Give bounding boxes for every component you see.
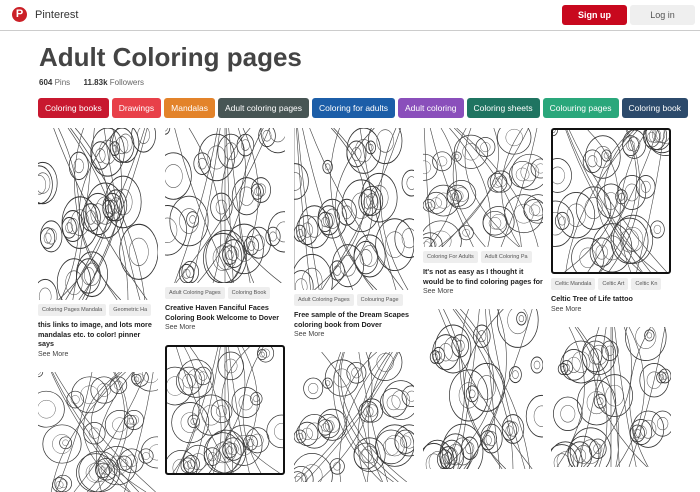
pin-tag[interactable]: Adult Coloring Pa: [480, 251, 532, 263]
pin-image[interactable]: [423, 128, 543, 247]
log-in-button[interactable]: Log in: [630, 5, 695, 25]
pin-description[interactable]: Celtic Tree of Life tattoo: [551, 294, 671, 304]
pinterest-logo-icon[interactable]: P: [12, 7, 27, 22]
pin-tag[interactable]: Coloring Book: [227, 287, 271, 299]
board-stats: 604 Pins 11.83k Followers: [39, 78, 144, 87]
see-more-link[interactable]: See More: [165, 324, 285, 331]
related-tags: Coloring books Drawings Mandalas Adult colo…: [38, 98, 688, 118]
pin-tag[interactable]: Coloring Pages Mandala: [38, 304, 107, 316]
pin-image[interactable]: [294, 128, 414, 290]
pin-tag[interactable]: Adult Coloring Pages: [294, 294, 354, 306]
pins-count: 604: [39, 78, 53, 87]
related-tag[interactable]: Coloring books: [38, 98, 109, 118]
pin-tag[interactable]: Coloring For Adults: [423, 251, 478, 263]
pin: Coloring For Adults Adult Coloring Pa It's…: [423, 128, 543, 469]
pin-tag[interactable]: Colouring Page: [356, 294, 403, 306]
pin-description[interactable]: this links to image, and lots more manda…: [38, 320, 158, 349]
see-more-link[interactable]: See More: [294, 331, 414, 338]
pin-tags: Celtic Mandala Celtic Art Celtic Kn: [551, 278, 671, 290]
pin-tag[interactable]: Adult Coloring Pages: [165, 287, 225, 299]
related-tag[interactable]: Coloring book: [621, 98, 688, 118]
see-more-link[interactable]: See More: [551, 306, 671, 313]
related-tag[interactable]: Coloring sheets: [466, 98, 540, 118]
pin-description[interactable]: It's not as easy as I thought it would b…: [423, 267, 543, 286]
related-tag[interactable]: Drawings: [111, 98, 162, 118]
pin-image[interactable]: [38, 128, 158, 300]
pin-image[interactable]: [423, 309, 543, 469]
pin-tags: Adult Coloring Pages Coloring Book: [165, 287, 285, 299]
pin: Coloring Pages Mandala Geometric Ha this l…: [38, 128, 158, 492]
pin-description[interactable]: Free sample of the Dream Scapes coloring…: [294, 310, 414, 329]
related-tag[interactable]: Mandalas: [164, 98, 215, 118]
pin-image[interactable]: [165, 345, 285, 475]
pin-image[interactable]: [551, 326, 671, 467]
sign-up-button[interactable]: Sign up: [562, 5, 627, 25]
followers-count[interactable]: 11.83k: [84, 78, 108, 87]
brand-name[interactable]: Pinterest: [35, 9, 78, 21]
pin-tags: Coloring For Adults Adult Coloring Pa: [423, 251, 543, 263]
related-tag[interactable]: Adult coloring: [398, 98, 464, 118]
see-more-link[interactable]: See More: [38, 351, 158, 358]
pin: Celtic Mandala Celtic Art Celtic Kn Celtic …: [551, 128, 671, 467]
pin: Adult Coloring Pages Coloring Book Creativ…: [165, 128, 285, 475]
related-tag[interactable]: Adult coloring pages: [218, 98, 310, 118]
board-title: Adult Coloring pages: [39, 42, 302, 72]
pin-tags: Coloring Pages Mandala Geometric Ha: [38, 304, 158, 316]
pin-tags: Adult Coloring Pages Colouring Page: [294, 294, 414, 306]
pin-tag[interactable]: Celtic Kn: [631, 278, 662, 290]
pin-description[interactable]: Creative Haven Fanciful Faces Coloring B…: [165, 303, 285, 322]
pins-label: Pins: [54, 78, 71, 87]
pin-tag[interactable]: Celtic Mandala: [551, 278, 596, 290]
followers-label[interactable]: Followers: [110, 78, 144, 87]
pin: Adult Coloring Pages Colouring Page Free s…: [294, 128, 414, 482]
pin-tag[interactable]: Celtic Art: [598, 278, 629, 290]
pin-image[interactable]: [551, 128, 671, 274]
pin-image[interactable]: [294, 352, 414, 482]
related-tag[interactable]: Coloring for adults: [312, 98, 396, 118]
pin-image[interactable]: [165, 128, 285, 283]
see-more-link[interactable]: See More: [423, 288, 543, 295]
pin-image[interactable]: [38, 371, 158, 492]
top-bar: P Pinterest Sign up Log in: [0, 0, 700, 31]
related-tag[interactable]: Colouring pages: [542, 98, 619, 118]
pin-tag[interactable]: Geometric Ha: [109, 304, 152, 316]
